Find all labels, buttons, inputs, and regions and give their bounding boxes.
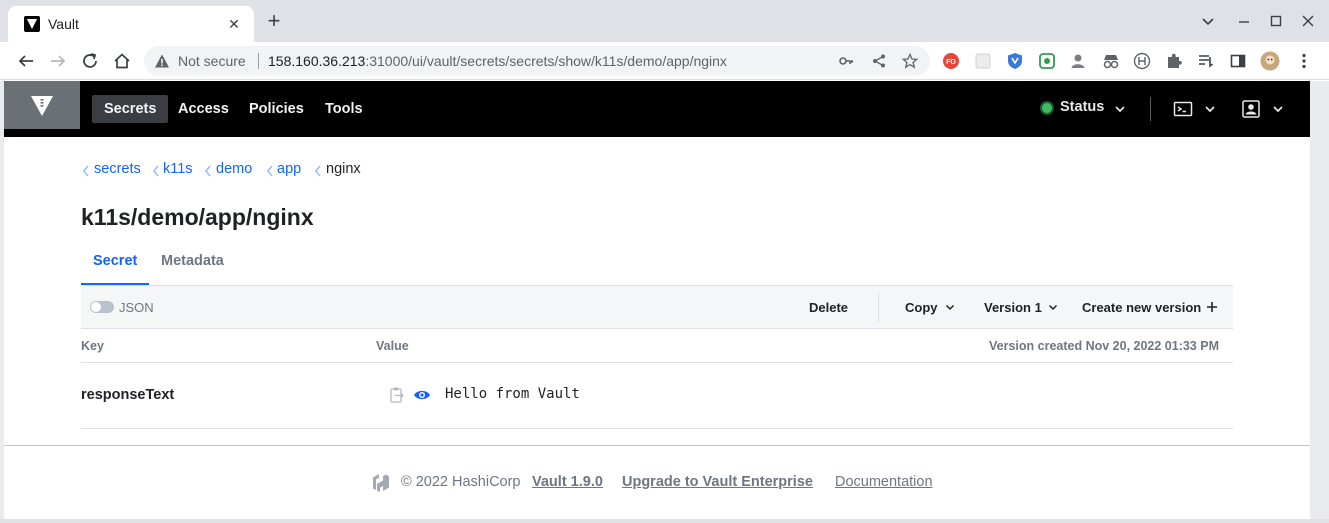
- url-text[interactable]: 158.160.36.213:31000/ui/vault/secrets/se…: [268, 53, 727, 69]
- share-icon[interactable]: [871, 53, 887, 69]
- extension-h-icon[interactable]: [1132, 51, 1152, 71]
- breadcrumb-current: nginx: [326, 161, 361, 177]
- vault-logo-icon: [31, 96, 53, 116]
- bookmark-star-icon[interactable]: [902, 53, 918, 69]
- breadcrumb-chevron-icon: [153, 165, 159, 177]
- browser-toolbar: Not secure 158.160.36.213:31000/ui/vault…: [0, 42, 1329, 80]
- footer: © 2022 HashiCorp Vault 1.9.0 Upgrade to …: [4, 445, 1310, 519]
- nav-divider: [1150, 97, 1151, 121]
- vault-app: Secrets Access Policies Tools Status sec…: [4, 81, 1310, 519]
- breadcrumb-app[interactable]: app: [277, 161, 301, 177]
- footer-copyright: © 2022 HashiCorp: [401, 474, 521, 490]
- browser-tab-bar: Vault ✕ +: [0, 0, 1329, 42]
- url-path: :31000/ui/vault/secrets/secrets/show/k11…: [365, 53, 727, 69]
- extension-green-icon[interactable]: [1037, 51, 1057, 71]
- delete-button[interactable]: Delete: [809, 300, 848, 315]
- nav-access[interactable]: Access: [166, 95, 241, 123]
- home-icon[interactable]: [111, 50, 133, 72]
- tab-title: Vault: [48, 16, 79, 32]
- table-row: responseText Hello from Vault: [81, 363, 1233, 429]
- breadcrumb-chevron-icon: [83, 165, 89, 177]
- tab-metadata[interactable]: Metadata: [161, 253, 224, 269]
- version-chevron-down-icon[interactable]: [1048, 304, 1058, 311]
- side-panel-icon[interactable]: [1228, 51, 1248, 71]
- breadcrumb-chevron-icon: [315, 165, 321, 177]
- version-created-label: Version created Nov 20, 2022 01:33 PM: [989, 339, 1219, 353]
- window-right-border: [1310, 81, 1329, 519]
- hashicorp-logo-icon: [373, 474, 389, 492]
- nav-policies[interactable]: Policies: [237, 95, 316, 123]
- main-navigation: Secrets Access Policies Tools Status: [4, 81, 1310, 137]
- secret-value[interactable]: Hello from Vault: [445, 386, 580, 402]
- forward-arrow-icon[interactable]: [47, 50, 69, 72]
- create-new-version-button[interactable]: Create new version: [1082, 300, 1201, 315]
- address-separator: [258, 53, 259, 69]
- maximize-icon[interactable]: [1266, 11, 1286, 31]
- back-arrow-icon[interactable]: [15, 50, 37, 72]
- breadcrumb-demo[interactable]: demo: [216, 161, 252, 177]
- column-header-value: Value: [376, 339, 409, 353]
- extension-fo-icon[interactable]: FO: [941, 51, 961, 71]
- window-bottom-border: [0, 519, 1329, 523]
- upgrade-enterprise-link[interactable]: Upgrade to Vault Enterprise: [622, 474, 813, 490]
- extension-grid-icon[interactable]: [973, 51, 993, 71]
- breadcrumb-secrets[interactable]: secrets: [94, 161, 141, 177]
- tab-search-chevron-icon[interactable]: [1198, 11, 1218, 31]
- extension-shield-icon[interactable]: [1005, 51, 1025, 71]
- copy-chevron-down-icon[interactable]: [945, 304, 955, 311]
- secret-toolbar: JSON Delete Copy Version 1 Create new ve…: [81, 285, 1233, 329]
- browser-tab[interactable]: Vault ✕: [8, 6, 254, 42]
- key-icon[interactable]: [838, 53, 854, 69]
- new-tab-button[interactable]: +: [262, 10, 286, 34]
- vault-logo[interactable]: [4, 81, 80, 129]
- reload-icon[interactable]: [79, 50, 101, 72]
- extensions-puzzle-icon[interactable]: [1164, 51, 1184, 71]
- documentation-link[interactable]: Documentation: [835, 474, 933, 490]
- reading-list-icon[interactable]: [1196, 51, 1216, 71]
- json-toggle-knob: [91, 302, 101, 312]
- eye-icon[interactable]: [413, 387, 431, 403]
- secret-tabs: Secret Metadata: [81, 247, 1233, 285]
- breadcrumb-chevron-icon: [205, 165, 211, 177]
- version-dropdown[interactable]: Version 1: [984, 300, 1042, 315]
- copy-value-icon[interactable]: [389, 386, 405, 404]
- address-bar[interactable]: Not secure 158.160.36.213:31000/ui/vault…: [144, 46, 930, 76]
- vault-version-link[interactable]: Vault 1.9.0: [532, 474, 603, 490]
- tab-close-icon[interactable]: ✕: [224, 14, 244, 34]
- minimize-icon[interactable]: [1234, 11, 1254, 31]
- profile-avatar-icon[interactable]: [1260, 51, 1280, 71]
- secret-key: responseText: [81, 387, 175, 403]
- toolbar-separator: [878, 292, 879, 322]
- extension-incognito-icon[interactable]: [1101, 51, 1121, 71]
- console-chevron-down-icon[interactable]: [1200, 99, 1220, 119]
- nav-secrets[interactable]: Secrets: [92, 95, 169, 123]
- plus-icon[interactable]: [1206, 301, 1218, 313]
- console-icon[interactable]: [1173, 99, 1193, 119]
- json-toggle[interactable]: [90, 301, 114, 313]
- close-window-icon[interactable]: [1298, 11, 1318, 31]
- json-toggle-label[interactable]: JSON: [119, 300, 154, 315]
- table-header: Key Value Version created Nov 20, 2022 0…: [81, 329, 1233, 363]
- user-chevron-down-icon[interactable]: [1268, 99, 1288, 119]
- breadcrumb-k11s[interactable]: k11s: [163, 161, 193, 177]
- page-title: k11s/demo/app/nginx: [81, 204, 314, 230]
- copy-button[interactable]: Copy: [905, 300, 938, 315]
- breadcrumb-chevron-icon: [267, 165, 273, 177]
- user-icon[interactable]: [1241, 99, 1261, 119]
- column-header-key: Key: [81, 339, 104, 353]
- not-secure-label[interactable]: Not secure: [178, 53, 246, 69]
- status-chevron-down-icon[interactable]: [1110, 99, 1130, 119]
- extension-fo-badge: FO: [946, 59, 956, 66]
- status-menu[interactable]: Status: [1060, 99, 1104, 115]
- tab-secret[interactable]: Secret: [93, 253, 137, 269]
- url-host: 158.160.36.213: [268, 53, 366, 69]
- nav-tools[interactable]: Tools: [313, 95, 375, 123]
- status-indicator-icon: [1042, 103, 1052, 113]
- browser-menu-icon[interactable]: [1294, 51, 1314, 71]
- vault-favicon-icon: [24, 16, 40, 32]
- extension-person-icon[interactable]: [1068, 51, 1088, 71]
- warning-triangle-icon[interactable]: [154, 53, 170, 69]
